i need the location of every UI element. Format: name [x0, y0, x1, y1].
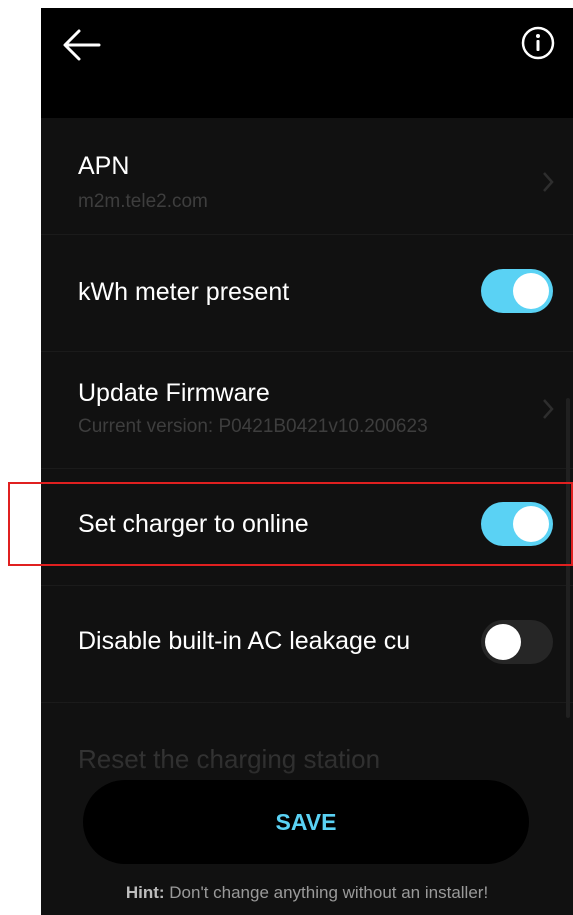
setting-title: Set charger to online [78, 510, 309, 538]
charger-online-toggle[interactable] [481, 502, 553, 546]
hint-text: Hint: Don't change anything without an i… [41, 883, 573, 903]
toggle-knob [513, 273, 549, 309]
arrow-left-icon [63, 29, 101, 61]
toggle-knob [485, 624, 521, 660]
top-bar [41, 8, 573, 118]
setting-row-charger-online: Set charger to online [41, 469, 573, 586]
ac-leakage-toggle[interactable] [481, 620, 553, 664]
setting-row-update-firmware[interactable]: Update Firmware Current version: P0421B0… [41, 352, 573, 469]
setting-row-ac-leakage: Disable built-in AC leakage cu [41, 586, 573, 703]
settings-screen: APN m2m.tele2.com kWh meter present Upda… [41, 8, 573, 915]
back-button[interactable] [59, 22, 105, 68]
setting-subtitle: Current version: P0421B0421v10.200623 [78, 416, 428, 437]
hint-prefix: Hint: [125, 883, 165, 902]
info-button[interactable] [517, 22, 559, 64]
setting-title: kWh meter present [78, 278, 290, 306]
chevron-right-icon [543, 399, 554, 419]
scrollbar[interactable] [566, 398, 570, 718]
setting-title: Update Firmware [78, 379, 270, 407]
setting-subtitle: m2m.tele2.com [78, 191, 208, 212]
chevron-right-icon [543, 172, 554, 192]
setting-title: Disable built-in AC leakage cu [78, 627, 411, 655]
setting-title: APN [78, 152, 130, 180]
kwh-meter-toggle[interactable] [481, 269, 553, 313]
info-circle-icon [521, 26, 555, 60]
setting-row-apn[interactable]: APN m2m.tele2.com [41, 118, 573, 235]
toggle-knob [513, 506, 549, 542]
hint-message: Don't change anything without an install… [164, 883, 489, 902]
save-button[interactable]: SAVE [83, 780, 529, 864]
setting-row-kwh-meter: kWh meter present [41, 235, 573, 352]
setting-row-reset-station[interactable]: Reset the charging station [78, 744, 380, 775]
